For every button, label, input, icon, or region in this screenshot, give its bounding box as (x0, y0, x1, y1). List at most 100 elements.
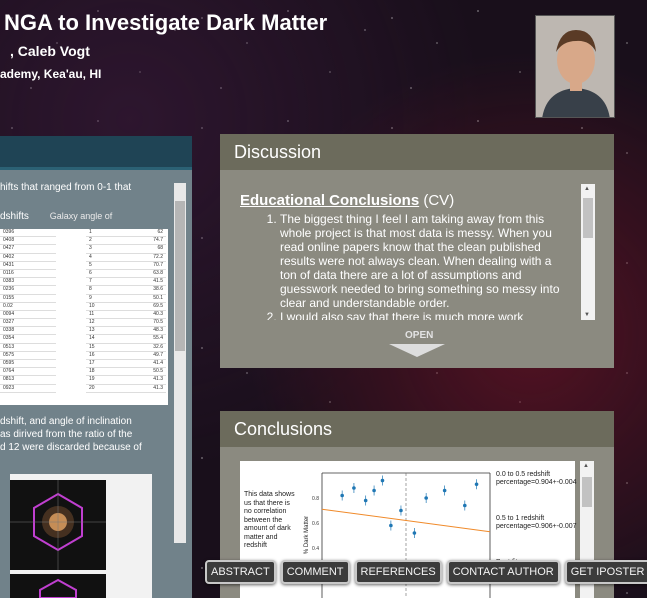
table-cell: 41.3 (126, 385, 166, 393)
table-column-index: 1 2 3 4 5 6 7 8 9 10 11 12 13 14 15 16 17 18 19 20 (86, 229, 126, 405)
y-tick-label: 0.8 (312, 496, 319, 502)
table-cell: 74.7 (126, 237, 166, 246)
table-cell: 0354 (0, 335, 56, 344)
table-cell: 50.5 (126, 368, 166, 377)
table-cell: 11 (86, 311, 126, 320)
bottom-toolbar: ABSTRACT COMMENT REFERENCES CONTACT AUTH… (205, 560, 647, 584)
table-cell: 0408 (0, 237, 56, 246)
table-cell: 72.2 (126, 254, 166, 262)
table-cell: 10 (86, 303, 126, 311)
table-cell: 13 (86, 327, 126, 336)
table-cell: 4 (86, 254, 126, 262)
methods-scrollbar[interactable] (174, 183, 186, 543)
contact-author-button[interactable]: CONTACT AUTHOR (446, 560, 560, 584)
table-cell: 0813 (0, 376, 56, 385)
methods-scroll-thumb[interactable] (175, 201, 185, 351)
data-point (389, 523, 393, 528)
data-point (363, 498, 368, 503)
table-column-angle: 62 74.7 68 72.2 70.7 63.8 41.5 38.6 50.1 69.5 40.3… (126, 229, 166, 405)
scroll-up-arrow-icon[interactable]: ▲ (583, 463, 589, 469)
conclusions-scroll-thumb[interactable] (582, 477, 592, 507)
table-cell: 0383 (0, 278, 56, 287)
scroll-down-arrow-icon[interactable]: ▼ (584, 312, 590, 318)
data-point (474, 482, 479, 487)
methods-text-2: dshift, and angle of inclination as diri… (0, 416, 142, 453)
table-cell: 6 (86, 270, 126, 279)
table-cell: 17 (86, 360, 126, 369)
methods-panel-header (0, 136, 192, 170)
data-point (340, 493, 344, 498)
table-label-galaxy-angle: Galaxy angle of (49, 211, 113, 221)
table-cell: 0595 (0, 360, 56, 369)
discussion-scrollbar[interactable]: ▲ ▼ (581, 184, 595, 320)
legend-entry: 0.5 to 1 redshift percentage=0.906+-0.00… (496, 515, 577, 530)
data-point (352, 486, 356, 490)
poster-affiliation: ademy, Kea'au, HI (0, 67, 102, 81)
table-cell: 68 (126, 245, 166, 254)
discussion-panel: Discussion Educational Conclusions (CV) … (220, 134, 614, 368)
data-point (372, 488, 376, 493)
methods-panel: hifts that ranged from 0-1 that dshifts … (0, 136, 192, 598)
scroll-up-arrow-icon[interactable]: ▲ (584, 186, 590, 192)
table-cell: 0427 (0, 245, 56, 254)
y-axis-label: % Dark Matter (304, 516, 310, 554)
methods-text-1: hifts that ranged from 0-1 that (0, 182, 132, 193)
data-point (442, 488, 447, 493)
poster-title: NGA to Investigate Dark Matter (4, 10, 328, 35)
y-tick-label: 0.6 (312, 521, 319, 527)
table-cell: 14 (86, 335, 126, 344)
abstract-button[interactable]: ABSTRACT (205, 560, 276, 584)
table-cell: 9 (86, 295, 126, 303)
table-cell: 2 (86, 237, 126, 246)
table-cell: 3 (86, 245, 126, 254)
table-cell: 0155 (0, 295, 56, 303)
data-point (463, 503, 467, 508)
table-cell: 5 (86, 262, 126, 270)
table-cell: 0.02 (0, 303, 56, 311)
table-cell: 50.1 (126, 295, 166, 303)
table-cell: 0764 (0, 368, 56, 377)
table-cell: 20 (86, 385, 126, 393)
data-point (380, 478, 385, 483)
table-cell: 19 (86, 376, 126, 385)
list-item: The biggest thing I feel I am taking awa… (280, 212, 565, 310)
references-button[interactable]: REFERENCES (354, 560, 442, 584)
figure-caption-text: This data shows us that there is no corr… (244, 491, 295, 549)
open-label[interactable]: OPEN (405, 330, 433, 341)
data-point (412, 531, 417, 535)
get-iposter-button[interactable]: GET IPOSTER (564, 560, 647, 584)
discussion-content[interactable]: Educational Conclusions (CV) The biggest… (240, 184, 595, 320)
table-cell: 0116 (0, 270, 56, 279)
data-point (424, 496, 428, 500)
y-tick-label: 0.4 (312, 546, 319, 552)
conclusions-heading: Conclusions (220, 411, 614, 447)
table-cell: 7 (86, 278, 126, 287)
table-cell: 63.8 (126, 270, 166, 279)
table-cell: 41.3 (126, 376, 166, 385)
galaxy-image (10, 474, 152, 598)
table-cell: 0923 (0, 385, 56, 393)
discussion-scroll-thumb[interactable] (583, 198, 593, 238)
table-cell: 69.5 (126, 303, 166, 311)
discussion-heading: Discussion (220, 134, 614, 170)
table-cell: 12 (86, 319, 126, 328)
table-cell: 49.7 (126, 352, 166, 360)
table-label-redshifts: dshifts (0, 211, 29, 222)
table-cell: 62 (126, 229, 166, 238)
table-cell: 70.5 (126, 319, 166, 328)
data-point (399, 508, 403, 513)
table-cell: 0327 (0, 319, 56, 328)
table-cell: 0402 (0, 254, 56, 262)
comment-button[interactable]: COMMENT (280, 560, 350, 584)
educational-conclusions-label: Educational Conclusions (240, 192, 420, 209)
table-cell: 0575 (0, 352, 56, 360)
table-cell: 0236 (0, 286, 56, 295)
table-cell: 38.6 (126, 286, 166, 295)
table-cell: 18 (86, 368, 126, 377)
table-cell: 16 (86, 352, 126, 360)
table-cell: 40.3 (126, 311, 166, 320)
table-cell: 0396 (0, 229, 56, 238)
table-cell: 8 (86, 286, 126, 295)
open-chevron-icon[interactable] (389, 344, 445, 357)
table-cell: 41.4 (126, 360, 166, 369)
